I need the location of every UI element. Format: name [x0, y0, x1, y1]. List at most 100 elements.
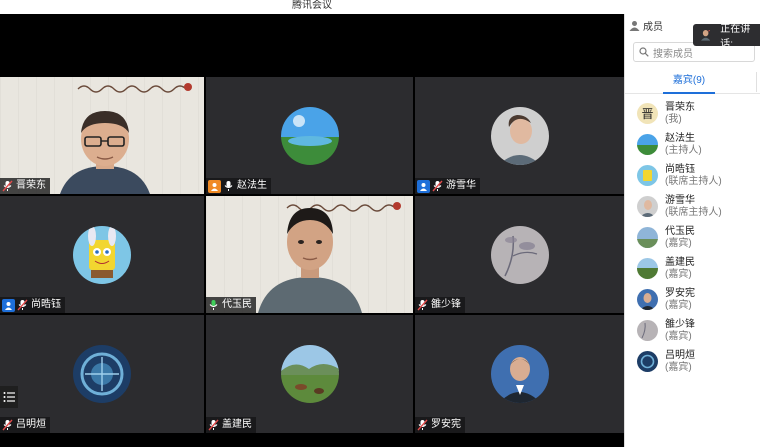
- tab-divider: [756, 72, 760, 92]
- avatar: [280, 345, 339, 403]
- member-role: (嘉宾): [665, 268, 692, 280]
- video-stage: 晋荣东 赵法生 游雪华 尚晧钰 代玉民 雒少锋 吕明烜 盖建民 罗安宪: [0, 14, 624, 447]
- avatar: [637, 320, 658, 341]
- member-name: 游雪华: [665, 194, 695, 206]
- avatar: [637, 289, 658, 310]
- nametag: 盖建民: [206, 417, 256, 433]
- list-item[interactable]: 代玉民 (嘉宾): [625, 222, 760, 253]
- window-title: 腾讯会议: [292, 0, 332, 11]
- avatar: [490, 345, 549, 403]
- participant-name: 代玉民: [222, 299, 252, 310]
- member-role: (主持人): [665, 144, 702, 156]
- list-item[interactable]: 雒少锋 (嘉宾): [625, 315, 760, 346]
- panel-title: 成员: [643, 21, 663, 33]
- avatar: 晋: [637, 103, 658, 124]
- mic-active-icon[interactable]: [208, 299, 219, 311]
- tab-guests[interactable]: 嘉宾(9): [663, 70, 715, 94]
- video-tile-jin[interactable]: 晋荣东: [0, 77, 204, 194]
- member-name: 赵法生: [665, 132, 695, 144]
- nametag: 赵法生: [206, 178, 271, 194]
- member-name: 代玉民: [665, 225, 695, 237]
- avatar: [637, 196, 658, 217]
- list-item[interactable]: 游雪华 (联席主持人): [625, 191, 760, 222]
- avatar: [637, 258, 658, 279]
- mic-muted-icon[interactable]: [17, 299, 28, 311]
- participant-name: 雒少锋: [431, 299, 461, 310]
- list-item[interactable]: 盖建民 (嘉宾): [625, 253, 760, 284]
- member-role: (嘉宾): [665, 299, 692, 311]
- nametag: 尚晧钰: [0, 297, 65, 313]
- avatar: [637, 134, 658, 155]
- avatar: [73, 345, 131, 403]
- member-role: (嘉宾): [665, 361, 692, 373]
- participant-name: 赵法生: [237, 180, 267, 191]
- video-tile-you[interactable]: 游雪华: [415, 77, 624, 194]
- search-icon: [639, 47, 649, 57]
- host-icon: [208, 179, 221, 193]
- cohost-icon: [2, 298, 15, 312]
- participant-name: 吕明烜: [16, 419, 46, 430]
- member-role: (嘉宾): [665, 330, 692, 342]
- speaking-indicator: 正在讲话:: [693, 24, 760, 50]
- list-item[interactable]: 尚晧钰 (联席主持人): [625, 160, 760, 191]
- nametag: 雒少锋: [415, 297, 465, 313]
- member-name: 罗安宪: [665, 287, 695, 299]
- member-name: 雒少锋: [665, 318, 695, 330]
- member-list: 晋 晋荣东 (我) 赵法生 (主持人) 尚晧钰 (联席主持人) 游雪华 (联席主持人) …: [625, 98, 760, 377]
- participant-name: 游雪华: [446, 180, 476, 191]
- avatar: [637, 227, 658, 248]
- menu-button[interactable]: [0, 386, 18, 408]
- member-role: (嘉宾): [665, 237, 692, 249]
- list-item[interactable]: 罗安宪 (嘉宾): [625, 284, 760, 315]
- participant-video-dai: [258, 208, 362, 313]
- mic-muted-icon[interactable]: [432, 180, 443, 192]
- member-name: 尚晧钰: [665, 163, 695, 175]
- member-name: 盖建民: [665, 256, 695, 268]
- nametag: 罗安宪: [415, 417, 465, 433]
- video-tile-shang[interactable]: 尚晧钰: [0, 196, 204, 313]
- avatar: [490, 225, 549, 284]
- member-role: (联席主持人): [665, 206, 722, 218]
- title-bar: 腾讯会议: [0, 0, 624, 14]
- avatar: [637, 351, 658, 372]
- participant-name: 晋荣东: [16, 180, 46, 191]
- participant-name: 罗安宪: [431, 419, 461, 430]
- list-menu-icon: [3, 392, 15, 402]
- member-panel: 成员 搜索成员 嘉宾(9) 晋 晋荣东 (我) 赵法生 (主持人) 尚晧钰 (联席主持…: [624, 14, 760, 447]
- member-role: (联席主持人): [665, 175, 722, 187]
- nametag: 游雪华: [415, 178, 480, 194]
- cohost-icon: [417, 179, 430, 193]
- mic-icon[interactable]: [223, 180, 234, 192]
- video-tile-zhao[interactable]: 赵法生: [206, 77, 413, 194]
- member-name: 晋荣东: [665, 101, 695, 113]
- participant-name: 盖建民: [222, 419, 252, 430]
- mic-muted-icon[interactable]: [2, 419, 13, 431]
- member-name: 吕明烜: [665, 349, 695, 361]
- list-item[interactable]: 赵法生 (主持人): [625, 129, 760, 160]
- mic-muted-icon[interactable]: [417, 419, 428, 431]
- nametag: 吕明烜: [0, 417, 50, 433]
- participant-name: 尚晧钰: [31, 299, 61, 310]
- video-tile-dai[interactable]: 代玉民: [206, 196, 413, 313]
- video-tile-luo-shaofeng[interactable]: 雒少锋: [415, 196, 624, 313]
- list-item[interactable]: 吕明烜 (嘉宾): [625, 346, 760, 377]
- video-tile-gai[interactable]: 盖建民: [206, 315, 413, 433]
- participant-video-jin: [60, 111, 150, 194]
- mic-muted-icon[interactable]: [208, 419, 219, 431]
- avatar: [280, 106, 339, 165]
- member-role: (我): [665, 113, 682, 125]
- mic-muted-icon[interactable]: [2, 180, 13, 192]
- user-icon: [629, 20, 640, 31]
- video-tile-lv[interactable]: 吕明烜: [0, 315, 204, 433]
- avatar: [637, 165, 658, 186]
- member-tabs: 嘉宾(9): [625, 70, 760, 94]
- nametag: 晋荣东: [0, 178, 50, 194]
- svg-text:晋: 晋: [641, 107, 653, 121]
- avatar: [490, 106, 549, 165]
- speaking-label: 正在讲话:: [720, 24, 751, 50]
- video-tile-luo-anxian[interactable]: 罗安宪: [415, 315, 624, 433]
- mic-muted-icon[interactable]: [417, 299, 428, 311]
- list-item[interactable]: 晋 晋荣东 (我): [625, 98, 760, 129]
- avatar: [73, 225, 131, 284]
- search-placeholder: 搜索成员: [653, 48, 693, 60]
